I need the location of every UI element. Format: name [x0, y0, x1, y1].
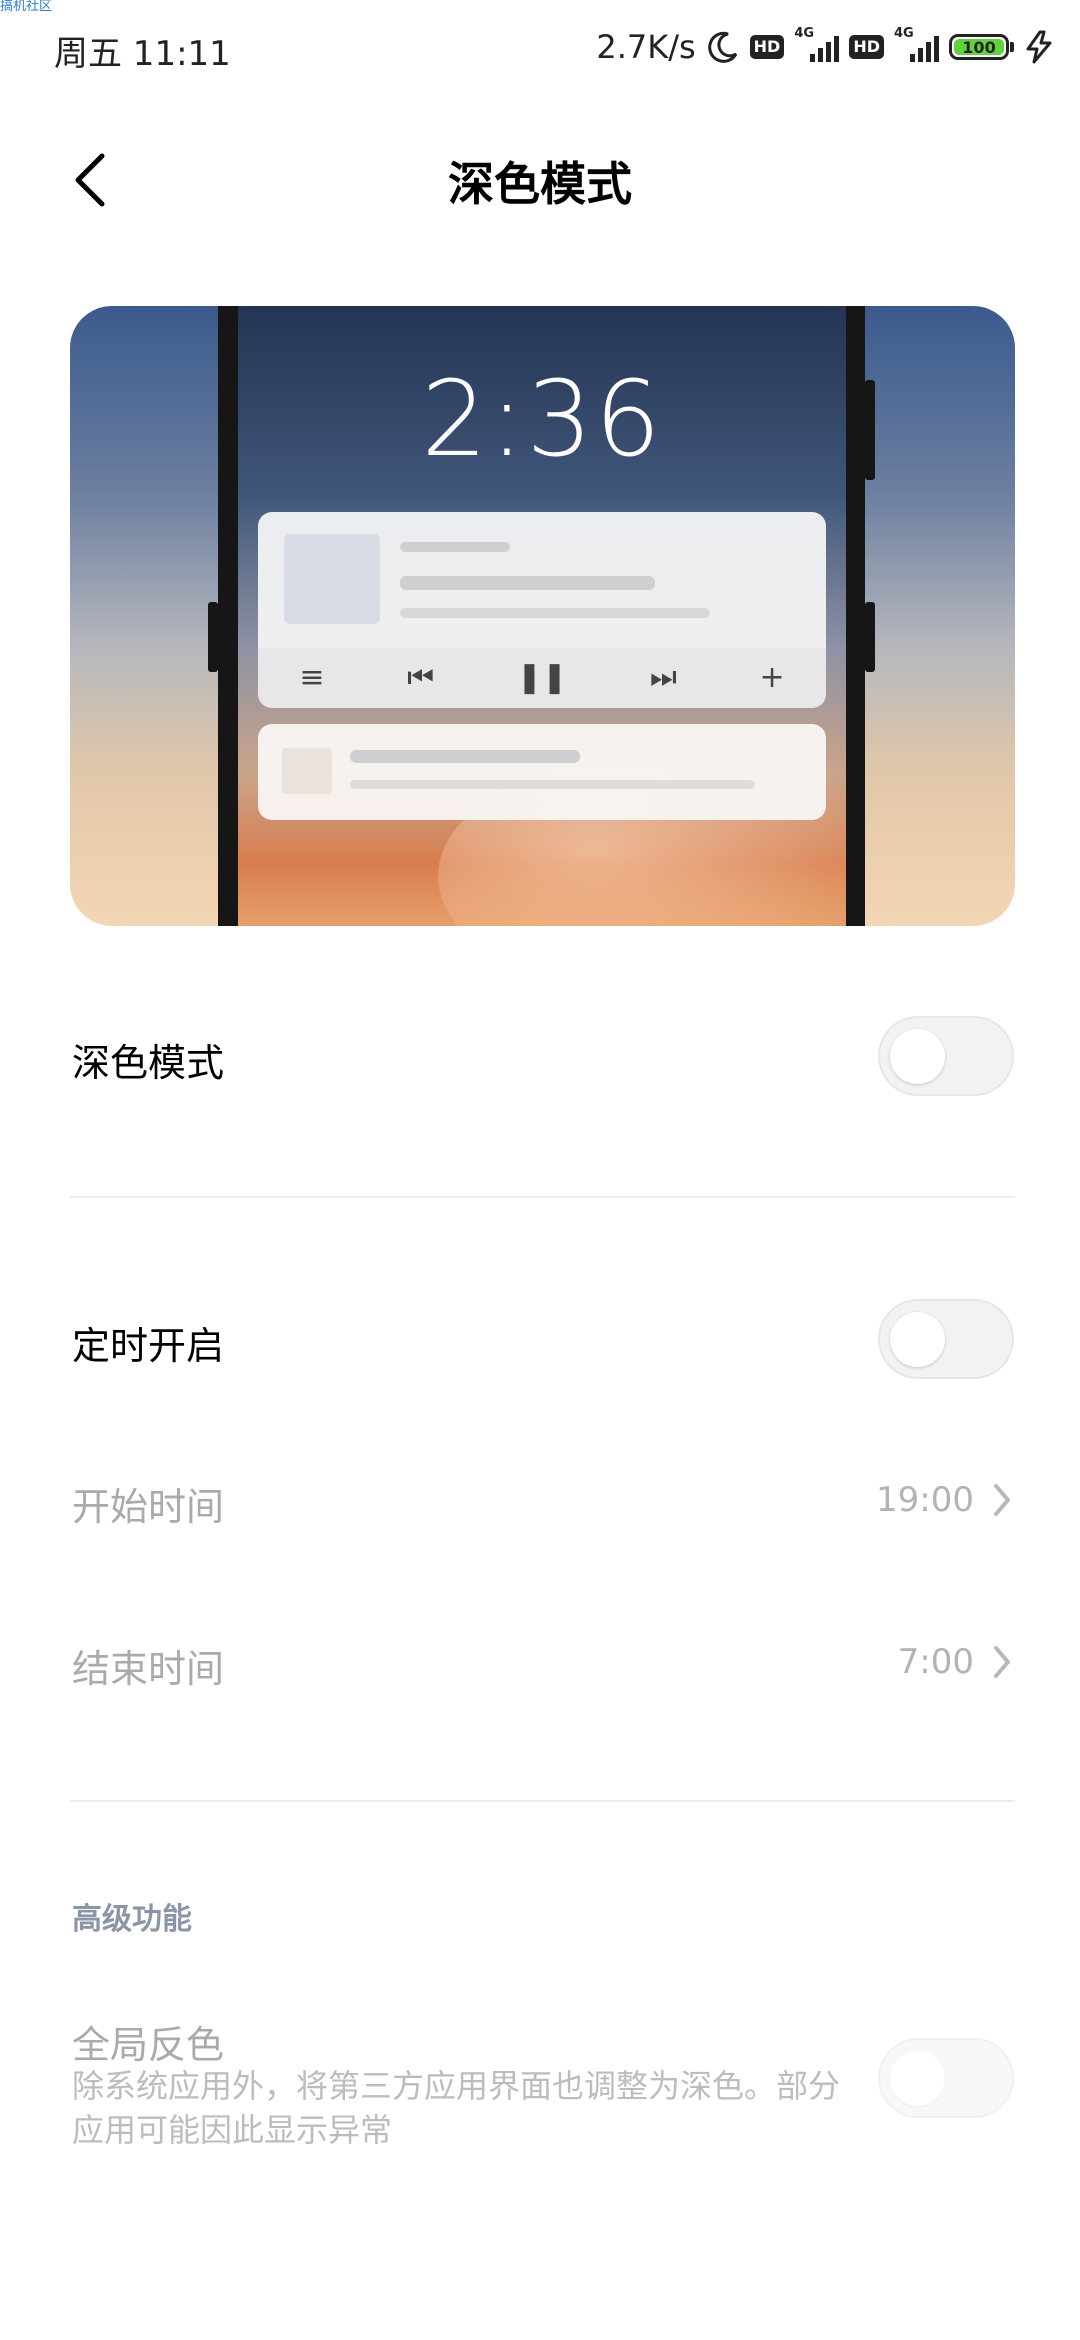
schedule-label: 定时开启	[72, 1324, 225, 1368]
next-icon: ⏭	[649, 660, 677, 695]
chevron-right-icon	[994, 1646, 1010, 1678]
start-time-row[interactable]: 开始时间 19:00	[0, 1440, 1080, 1560]
net-speed: 2.7K/s	[596, 28, 696, 66]
lock-screen-time: 2:36	[421, 358, 663, 480]
pause-icon: ❚❚	[516, 660, 568, 695]
page-title: 深色模式	[448, 157, 632, 211]
global-invert-toggle[interactable]	[878, 2038, 1014, 2118]
previous-icon: ⏮	[407, 660, 435, 695]
end-time-label: 结束时间	[72, 1647, 225, 1691]
dark-mode-label: 深色模式	[72, 1041, 225, 1085]
album-thumbnail	[284, 534, 380, 624]
chevron-right-icon	[994, 1484, 1010, 1516]
dark-mode-toggle[interactable]	[878, 1016, 1014, 1096]
network-type-label: 4G	[794, 26, 815, 41]
plus-icon: +	[759, 660, 785, 695]
phone-screen: 2:36 ≡ ⏮ ❚❚ ⏭ +	[238, 306, 846, 926]
charging-icon	[1026, 30, 1052, 64]
divider	[70, 1196, 1015, 1198]
playlist-icon: ≡	[299, 660, 325, 695]
status-bar: 周五 11:11 2.7K/s HD 4G HD 4G 100	[0, 0, 1080, 100]
global-invert-description: 除系统应用外，将第三方应用界面也调整为深色。部分应用可能因此显示异常	[72, 2067, 841, 2149]
notification-card	[258, 724, 826, 820]
status-time: 周五 11:11	[54, 34, 231, 74]
end-time-value: 7:00	[897, 1642, 974, 1682]
start-time-label: 开始时间	[72, 1485, 225, 1529]
phone-mockup: 2:36 ≡ ⏮ ❚❚ ⏭ +	[208, 306, 875, 926]
signal-icon: 4G	[794, 26, 840, 62]
hd-icon: HD	[849, 35, 884, 59]
schedule-toggle[interactable]	[878, 1299, 1014, 1379]
battery-level: 100	[954, 38, 1004, 57]
moon-icon	[707, 31, 737, 63]
end-time-row[interactable]: 结束时间 7:00	[0, 1602, 1080, 1722]
global-invert-label: 全局反色	[72, 2023, 225, 2067]
section-title: 高级功能	[72, 1902, 192, 1937]
music-notification-card: ≡ ⏮ ❚❚ ⏭ +	[258, 512, 826, 708]
signal-icon: 4G	[894, 26, 939, 62]
divider	[70, 1800, 1015, 1802]
start-time-value: 19:00	[876, 1480, 974, 1520]
hd-icon: HD	[749, 35, 785, 59]
dark-mode-preview-image: 2:36 ≡ ⏮ ❚❚ ⏭ +	[70, 306, 1015, 926]
battery-icon: 100	[949, 34, 1014, 60]
status-icons: 2.7K/s HD 4G HD 4G 100	[596, 24, 1054, 70]
network-type-label: 4G	[894, 26, 914, 41]
media-controls: ≡ ⏮ ❚❚ ⏭ +	[258, 648, 826, 708]
